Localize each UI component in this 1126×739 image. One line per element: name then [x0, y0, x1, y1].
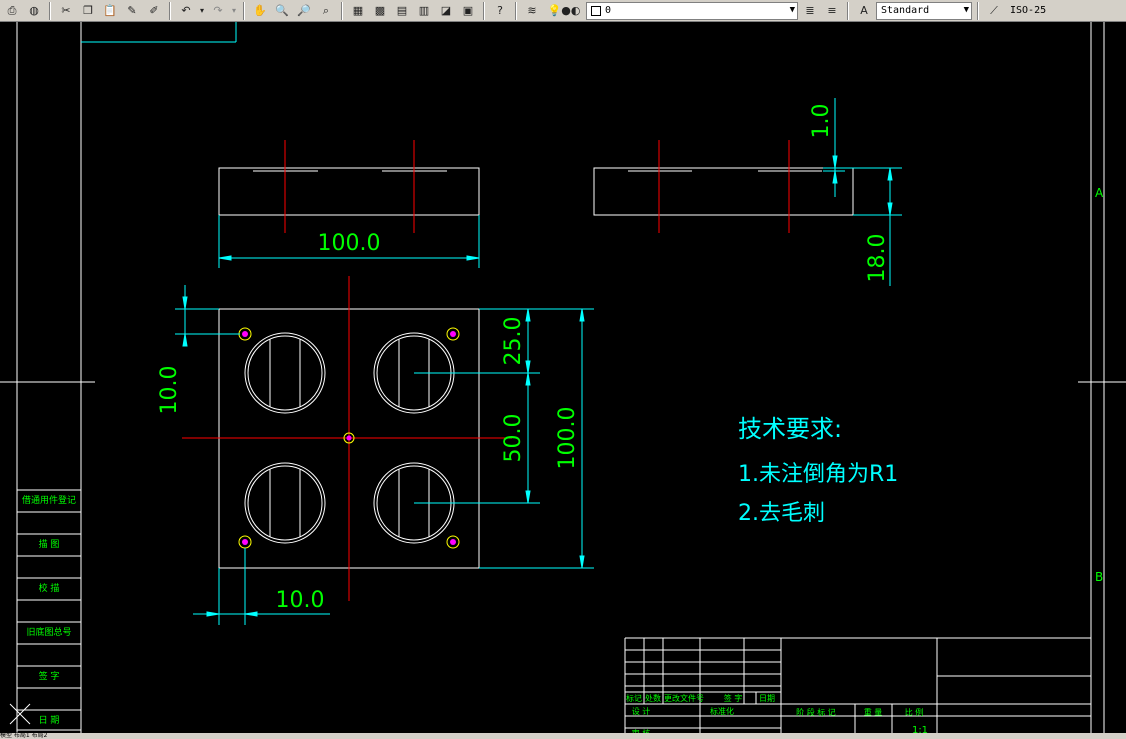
dim-style-icon[interactable]: ⟋ — [984, 2, 1004, 20]
publish-icon[interactable]: ◍ — [24, 2, 44, 20]
dim-side-thickness: 1.0 — [809, 104, 834, 139]
tb-sign: 签 字 — [724, 693, 743, 703]
design-center-icon[interactable]: ▩ — [370, 2, 390, 20]
strip-text-3: 校 描 — [39, 582, 60, 594]
layout-tabs-text: 模型 布局1 布局2 — [0, 732, 48, 739]
layer-state-icons[interactable]: 💡●◐ — [544, 2, 584, 20]
strip-text-5: 签 字 — [39, 670, 60, 682]
zone-marker-b: B — [1095, 570, 1103, 584]
layer-prev-icon[interactable]: ≣ — [800, 2, 820, 20]
dim-style-dropdown[interactable]: ISO-25 — [1006, 2, 1054, 20]
tb-mark: 标记 — [626, 693, 642, 703]
brush-icon[interactable]: ✐ — [144, 2, 164, 20]
drawing-canvas[interactable]: 借通用件登记 描 图 校 描 旧底图总号 签 字 日 期 A B 100.0 1… — [0, 22, 1126, 733]
tb-stage-mark: 阶 段 标 记 — [796, 707, 836, 717]
tb-design: 设 计 — [632, 706, 651, 716]
copy-icon[interactable]: ❐ — [78, 2, 98, 20]
dim-bottom-offset: 10.0 — [276, 588, 325, 613]
zoom-window-icon[interactable]: 🔎 — [294, 2, 314, 20]
zoom-prev-icon[interactable]: ⌕ — [316, 2, 336, 20]
dim-hole-offset: 25.0 — [501, 317, 526, 366]
title-block: 标记 处数 更改文件号 签 字 日期 设 计 标准化 阶 段 标 记 重 量 比… — [624, 637, 1091, 733]
match-prop-icon[interactable]: ✎ — [122, 2, 142, 20]
tb-scale-value: 1:1 — [912, 725, 928, 733]
layer-color-swatch — [591, 5, 601, 16]
strip-text-2: 描 图 — [39, 538, 60, 550]
redo-dropdown-icon[interactable]: ▾ — [230, 2, 238, 20]
toolbar-separator — [483, 1, 485, 20]
toolbar-separator — [847, 1, 849, 20]
dim-plate-height: 100.0 — [555, 407, 580, 470]
strip-text-6: 日 期 — [39, 715, 60, 726]
undo-icon[interactable]: ↶ — [176, 2, 196, 20]
standard-toolbar: ⎙ ◍ ✂ ❐ 📋 ✎ ✐ ↶ ▾ ↷ ▾ ✋ 🔍 🔎 ⌕ ▦ ▩ ▤ ▥ ◪ … — [0, 0, 1126, 22]
help-icon[interactable]: ? — [490, 2, 510, 20]
toolbar-separator — [515, 1, 517, 20]
dim-style-value: ISO-25 — [1010, 5, 1047, 16]
pan-icon[interactable]: ✋ — [250, 2, 270, 20]
toolbar-separator — [49, 1, 51, 20]
chevron-down-icon: ▼ — [789, 4, 795, 15]
tb-change-doc: 更改文件号 — [664, 693, 704, 703]
tb-weight: 重 量 — [864, 707, 883, 717]
tool-palette-icon[interactable]: ▤ — [392, 2, 412, 20]
tech-requirements: 技术要求: 1.未注倒角为R1 2.去毛刺 — [738, 415, 898, 526]
layer-iso-icon[interactable]: ≡ — [822, 2, 842, 20]
print-icon[interactable]: ⎙ — [2, 2, 22, 20]
chevron-down-icon: ▼ — [963, 4, 969, 15]
dim-side-height: 18.0 — [865, 234, 890, 283]
layer-dropdown[interactable]: 0 ▼ — [586, 1, 798, 20]
dim-top-width: 100.0 — [318, 231, 381, 256]
text-style-value: Standard — [881, 5, 930, 16]
tech-req-title: 技术要求: — [738, 415, 842, 443]
left-strip-table: 借通用件登记 描 图 校 描 旧底图总号 签 字 日 期 — [9, 489, 81, 731]
layout-tabs-bar[interactable]: 模型 布局1 布局2 — [0, 733, 1126, 739]
zone-marker-a: A — [1095, 186, 1104, 200]
dim-left-offset: 10.0 — [157, 366, 182, 415]
layer-manager-icon[interactable]: ≋ — [522, 2, 542, 20]
redo-icon[interactable]: ↷ — [208, 2, 228, 20]
toolbar-separator — [169, 1, 171, 20]
side-view: 1.0 18.0 — [593, 98, 902, 286]
undo-dropdown-icon[interactable]: ▾ — [198, 2, 206, 20]
front-view: 100.0 — [218, 140, 480, 268]
dim-hole-pitch: 50.0 — [501, 414, 526, 463]
tb-date: 日期 — [759, 694, 775, 703]
zoom-realtime-icon[interactable]: 🔍 — [272, 2, 292, 20]
calculator-icon[interactable]: ▣ — [458, 2, 478, 20]
strip-text-4: 旧底图总号 — [26, 626, 71, 638]
tb-standardize: 标准化 — [710, 706, 734, 716]
tb-scale-label: 比 例 — [905, 707, 924, 717]
layer-value: 0 — [605, 5, 612, 16]
text-style-dropdown[interactable]: Standard ▼ — [876, 1, 972, 20]
properties-icon[interactable]: ▦ — [348, 2, 368, 20]
plan-view: 10.0 25.0 50.0 100.0 10.0 — [157, 276, 594, 625]
strip-text-1: 借通用件登记 — [22, 494, 76, 506]
toolbar-separator — [341, 1, 343, 20]
paste-icon[interactable]: 📋 — [100, 2, 120, 20]
tb-count: 处数 — [645, 693, 661, 703]
cut-icon[interactable]: ✂ — [56, 2, 76, 20]
sheet-set-icon[interactable]: ▥ — [414, 2, 434, 20]
text-style-icon[interactable]: A — [854, 2, 874, 20]
markup-icon[interactable]: ◪ — [436, 2, 456, 20]
tech-req-item-2: 2.去毛刺 — [738, 501, 825, 526]
toolbar-separator — [243, 1, 245, 20]
toolbar-separator — [977, 1, 979, 20]
tech-req-item-1: 1.未注倒角为R1 — [738, 462, 898, 487]
